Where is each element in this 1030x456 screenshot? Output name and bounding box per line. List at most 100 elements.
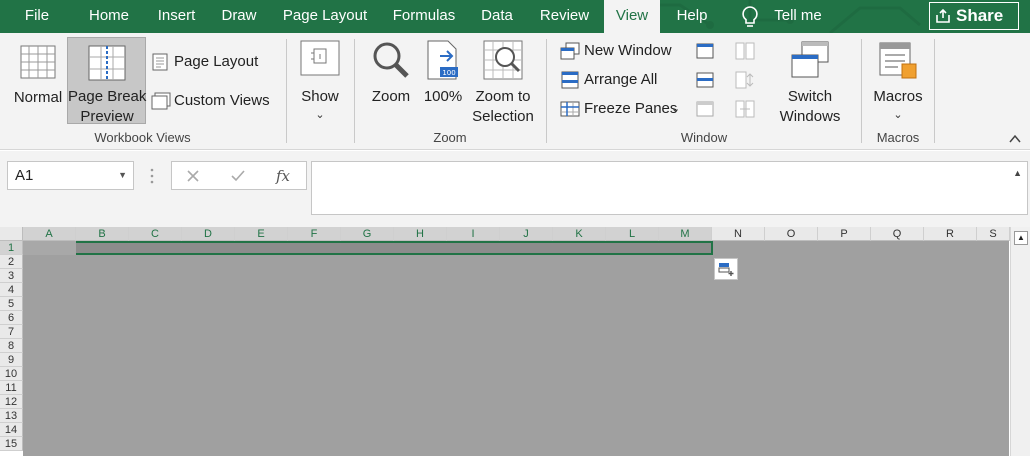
- column-header[interactable]: G: [341, 227, 394, 241]
- quick-analysis-button[interactable]: [714, 258, 738, 280]
- tab-review[interactable]: Review: [533, 0, 596, 33]
- formula-bar-collapse-icon[interactable]: ▲: [1013, 168, 1022, 178]
- column-header[interactable]: M: [659, 227, 712, 241]
- group-separator: [934, 39, 935, 143]
- row-header[interactable]: 1: [0, 241, 23, 255]
- row-header[interactable]: 15: [0, 437, 23, 451]
- tab-draw[interactable]: Draw: [214, 0, 264, 33]
- collapse-ribbon-chevron-up-icon[interactable]: [1008, 133, 1022, 145]
- switch-windows-button[interactable]: Switch Windows: [768, 37, 852, 125]
- row-header[interactable]: 6: [0, 311, 23, 325]
- column-header[interactable]: D: [182, 227, 235, 241]
- unhide-window-icon[interactable]: [696, 101, 714, 117]
- column-header[interactable]: H: [394, 227, 447, 241]
- zoom-to-selection-label-2: Selection: [472, 108, 534, 125]
- column-header[interactable]: A: [23, 227, 76, 241]
- row-header[interactable]: 10: [0, 367, 23, 381]
- reset-window-position-icon[interactable]: [735, 100, 755, 118]
- row-header[interactable]: 2: [0, 255, 23, 269]
- tab-help[interactable]: Help: [668, 0, 716, 33]
- name-box-value: A1: [15, 167, 34, 184]
- row-header[interactable]: 7: [0, 325, 23, 339]
- tab-formulas[interactable]: Formulas: [385, 0, 463, 33]
- share-button[interactable]: Share: [929, 2, 1019, 30]
- column-header[interactable]: L: [606, 227, 659, 241]
- tab-data[interactable]: Data: [472, 0, 522, 33]
- page-break-preview-button[interactable]: Page Break Preview: [67, 37, 146, 125]
- print-area-page-1[interactable]: [23, 241, 713, 255]
- new-window-button[interactable]: New Window: [558, 40, 686, 62]
- selected-cell-a1[interactable]: [23, 241, 76, 255]
- zoom-to-selection-label-1: Zoom to: [475, 88, 531, 105]
- row-header[interactable]: 14: [0, 423, 23, 437]
- name-box-dropdown-icon[interactable]: ▼: [118, 162, 127, 189]
- new-window-icon: [560, 42, 580, 60]
- group-separator: [354, 39, 355, 143]
- enter-check-icon[interactable]: [230, 169, 246, 183]
- hide-window-icon[interactable]: [696, 72, 714, 88]
- view-side-by-side-icon[interactable]: [735, 42, 755, 60]
- tell-me-search[interactable]: Tell me: [768, 0, 828, 33]
- synchronous-scrolling-icon[interactable]: [735, 71, 755, 89]
- page-break-sheet-area[interactable]: [23, 241, 1009, 456]
- split-icon[interactable]: [696, 43, 714, 59]
- column-header[interactable]: K: [553, 227, 606, 241]
- column-header[interactable]: I: [447, 227, 500, 241]
- ribbon: Normal Page Break Preview Page Layout Cu…: [0, 33, 1030, 150]
- zoom-button[interactable]: Zoom: [365, 37, 417, 124]
- select-all-corner[interactable]: [0, 227, 23, 241]
- freeze-panes-chevron-down-icon: ⌄: [671, 103, 681, 115]
- row-header[interactable]: 12: [0, 395, 23, 409]
- lightbulb-icon[interactable]: [738, 5, 762, 29]
- row-header[interactable]: 9: [0, 353, 23, 367]
- zoom-to-selection-button[interactable]: Zoom to Selection: [470, 37, 536, 125]
- row-header[interactable]: 4: [0, 283, 23, 297]
- column-header[interactable]: Q: [871, 227, 924, 241]
- column-header[interactable]: S: [977, 227, 1010, 241]
- tab-page-layout[interactable]: Page Layout: [276, 0, 374, 33]
- arrange-all-button[interactable]: Arrange All: [558, 69, 686, 91]
- insert-function-fx-icon[interactable]: fx: [274, 166, 294, 186]
- normal-view-label: Normal: [13, 89, 63, 106]
- scroll-up-arrow-icon[interactable]: ▲: [1014, 231, 1028, 245]
- tab-home[interactable]: Home: [80, 0, 138, 33]
- column-header[interactable]: R: [924, 227, 977, 241]
- column-header[interactable]: B: [76, 227, 129, 241]
- cancel-x-icon[interactable]: [186, 169, 200, 183]
- new-window-label: New Window: [584, 42, 672, 59]
- name-box[interactable]: A1 ▼: [7, 161, 134, 190]
- macros-button[interactable]: Macros ⌄: [866, 37, 930, 124]
- formula-input[interactable]: ▲: [311, 161, 1028, 215]
- show-button[interactable]: Show ⌄: [295, 37, 345, 124]
- column-header[interactable]: J: [500, 227, 553, 241]
- page-break-preview-icon: [88, 45, 126, 81]
- row-header[interactable]: 3: [0, 269, 23, 283]
- row-header[interactable]: 11: [0, 381, 23, 395]
- column-header[interactable]: C: [129, 227, 182, 241]
- custom-views-button[interactable]: Custom Views: [150, 90, 280, 112]
- formula-bar-resize-handle-icon[interactable]: [149, 167, 155, 185]
- column-header[interactable]: E: [235, 227, 288, 241]
- tab-file[interactable]: File: [16, 0, 58, 33]
- macros-chevron-down-icon: ⌄: [893, 109, 903, 121]
- zoom-100-button[interactable]: 100 100%: [420, 37, 466, 124]
- group-separator: [861, 39, 862, 143]
- show-label: Show: [301, 88, 339, 105]
- row-header[interactable]: 8: [0, 339, 23, 353]
- switch-windows-label-2: Windows: [779, 108, 841, 125]
- normal-view-icon: [20, 45, 56, 79]
- normal-view-button[interactable]: Normal: [10, 37, 66, 124]
- tab-insert[interactable]: Insert: [149, 0, 204, 33]
- column-header[interactable]: N: [712, 227, 765, 241]
- column-header[interactable]: P: [818, 227, 871, 241]
- row-header[interactable]: 5: [0, 297, 23, 311]
- macros-icon: [879, 42, 917, 79]
- page-layout-view-button[interactable]: Page Layout: [150, 51, 280, 73]
- column-header[interactable]: O: [765, 227, 818, 241]
- freeze-panes-label: Freeze Panes: [584, 100, 678, 117]
- freeze-panes-button[interactable]: Freeze Panes ⌄: [558, 98, 686, 120]
- column-header[interactable]: F: [288, 227, 341, 241]
- vertical-scrollbar[interactable]: ▲: [1010, 227, 1030, 456]
- row-header[interactable]: 13: [0, 409, 23, 423]
- tab-view[interactable]: View: [604, 0, 660, 33]
